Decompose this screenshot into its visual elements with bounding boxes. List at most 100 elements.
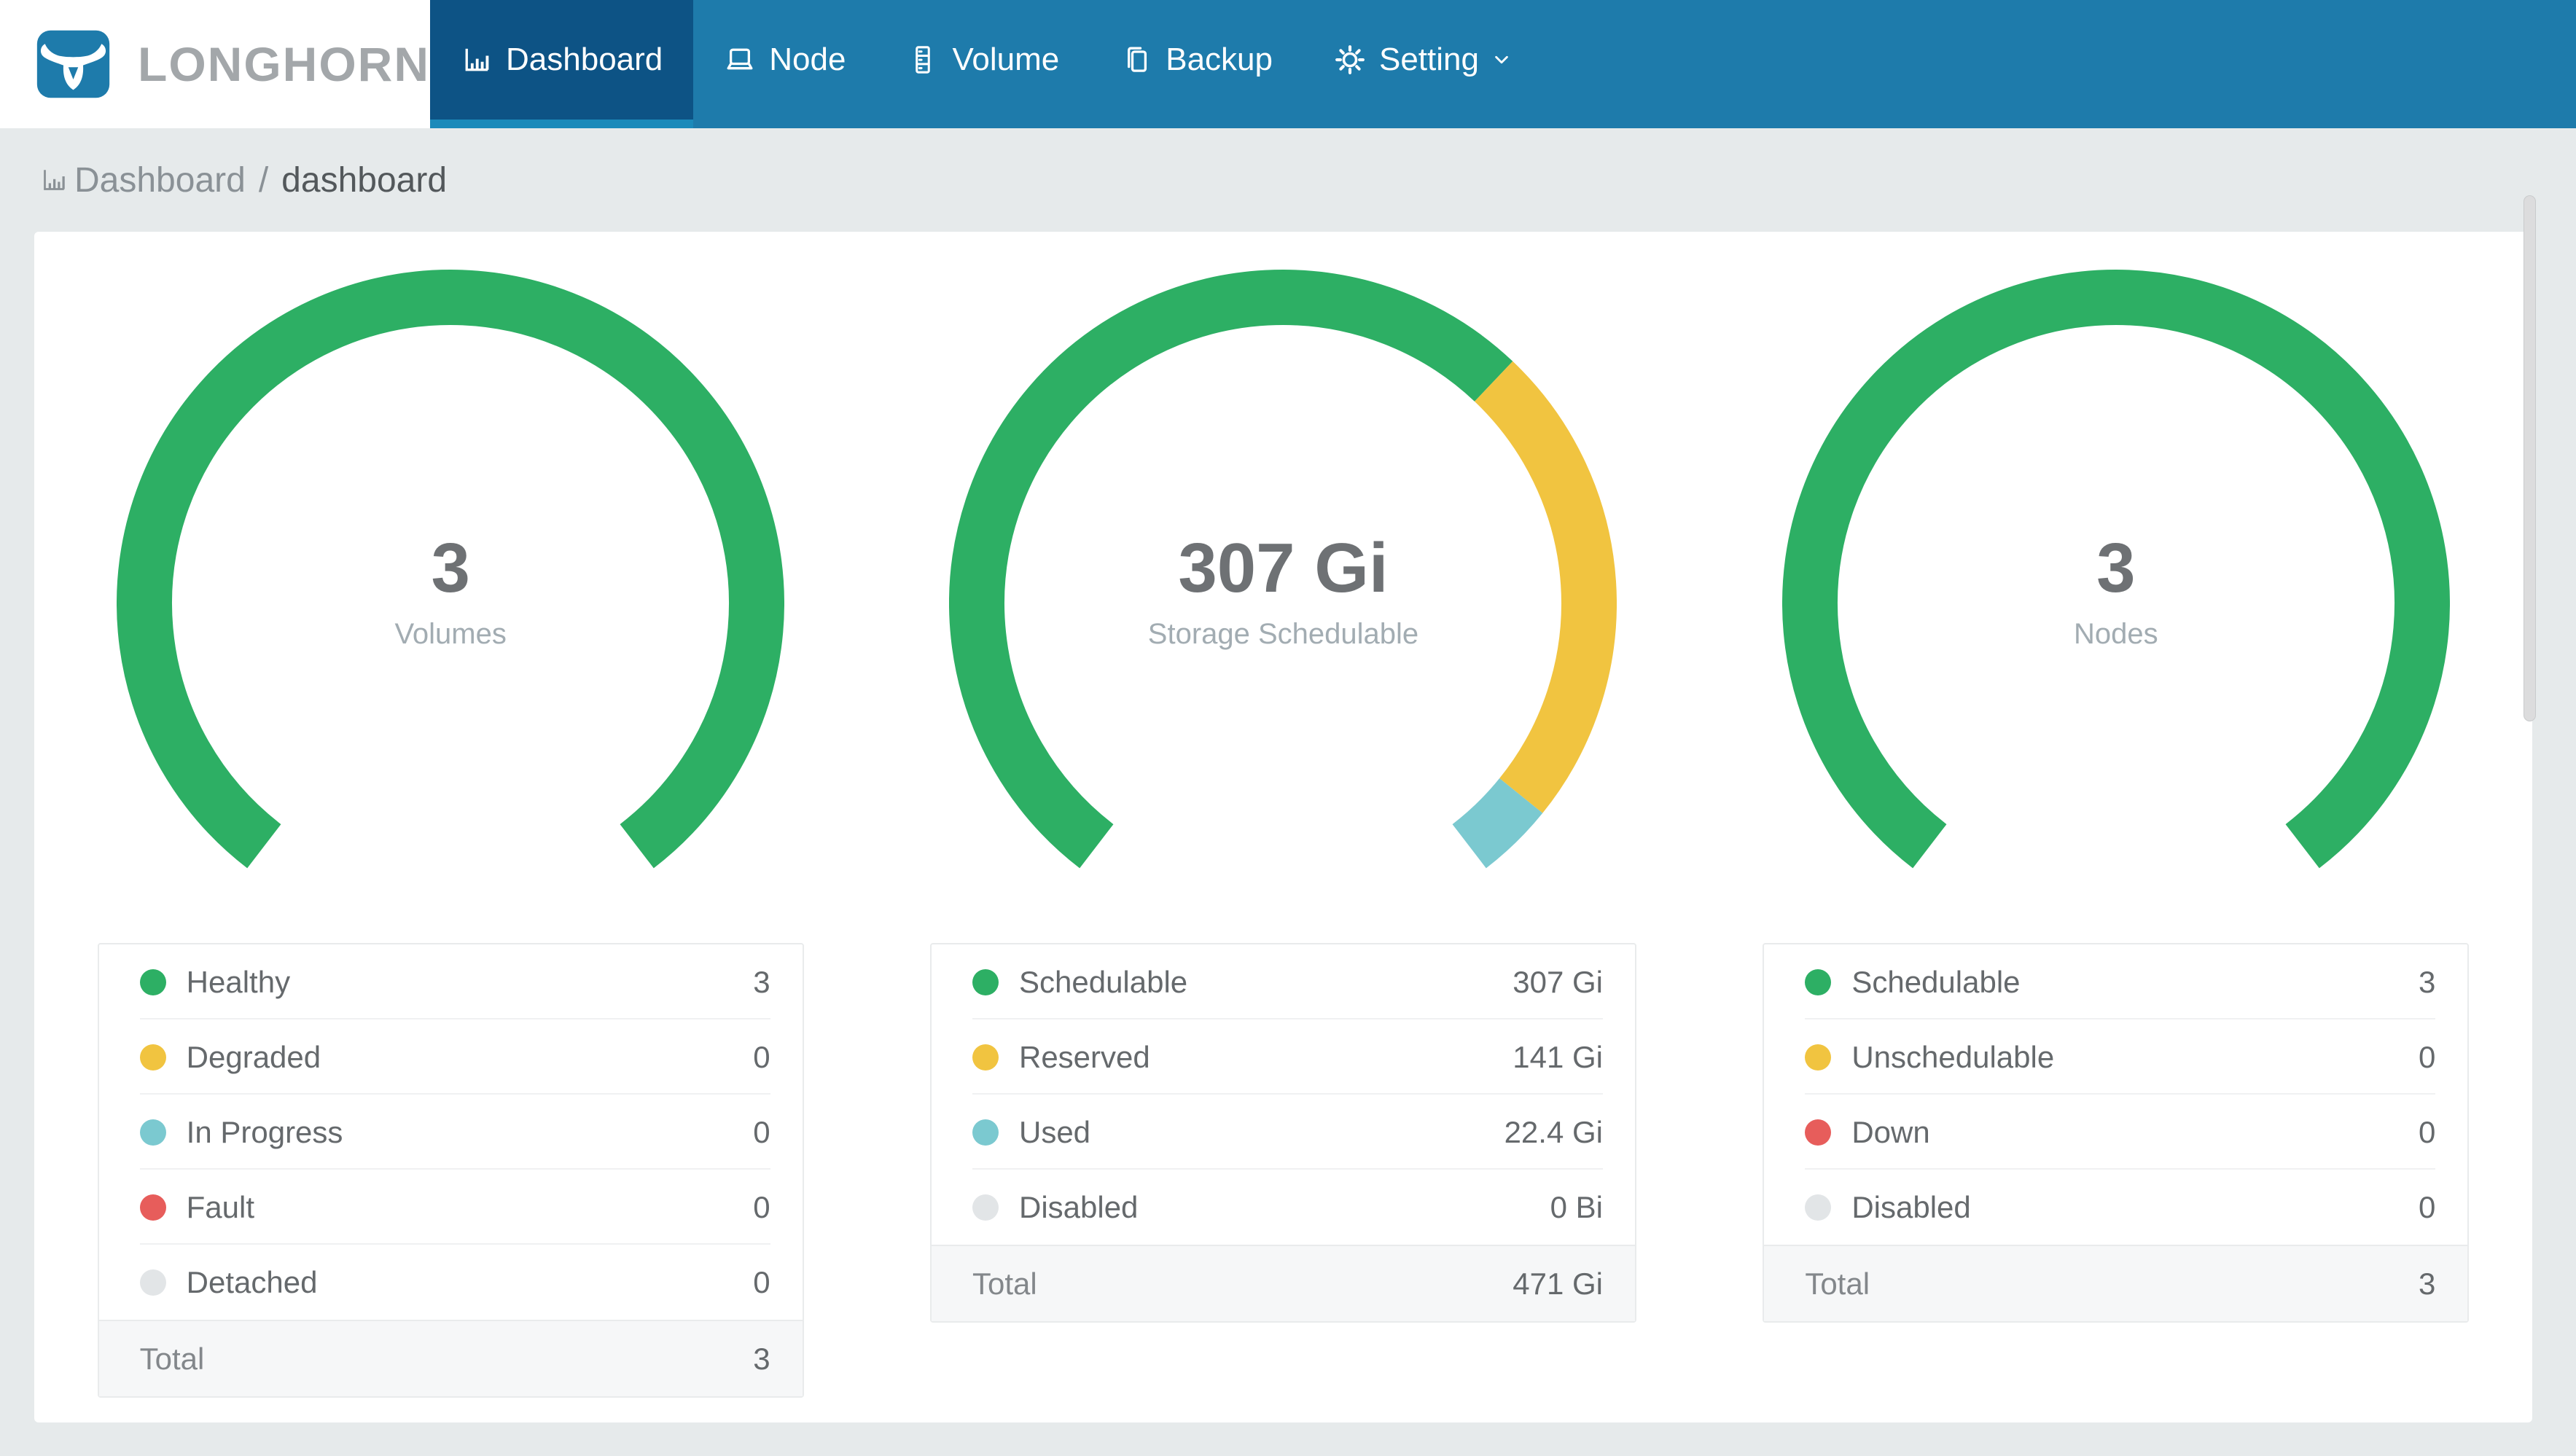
legend-label: Disabled	[1018, 1189, 1139, 1224]
legend-label: Disabled	[1851, 1189, 1971, 1224]
breadcrumb: Dashboard / dashboard	[0, 128, 447, 232]
total-label: Total	[1805, 1266, 1870, 1301]
storage-gauge-chart: 307 Gi Storage Schedulable	[949, 268, 1617, 939]
legend-total-row: Total 3	[1764, 1245, 2468, 1321]
legend-dot	[1805, 1194, 1832, 1221]
legend-label: Degraded	[186, 1039, 321, 1074]
legend-row-unschedulable: Unschedulable 0	[1764, 1019, 2467, 1095]
node-icon	[727, 48, 753, 70]
volumes-gauge-chart: 3 Volumes	[117, 268, 785, 939]
legend-label: Healthy	[186, 964, 291, 999]
legend-dot	[972, 1194, 999, 1221]
total-label: Total	[139, 1341, 205, 1376]
top-nav-bar: LONGHORN Dashboard Node Volume Backup Se…	[0, 0, 2576, 128]
nav-item-backup[interactable]: Backup	[1090, 0, 1303, 128]
legend-value: 0 Bi	[1550, 1189, 1603, 1224]
legend-dot	[139, 1044, 166, 1071]
legend-row-detached: Detached 0	[99, 1245, 803, 1320]
legend-dot	[139, 1269, 166, 1296]
nodes-gauge-chart: 3 Nodes	[1781, 268, 2450, 939]
nav-item-label: Dashboard	[506, 42, 663, 77]
backup-icon	[1128, 47, 1147, 72]
nav-item-label: Setting	[1378, 42, 1479, 77]
volume-icon	[916, 46, 931, 74]
legend-label: Fault	[186, 1189, 255, 1224]
legend-total-row: Total 3	[98, 1320, 803, 1396]
nav-item-label: Backup	[1166, 42, 1273, 77]
brand[interactable]: LONGHORN	[0, 0, 430, 128]
breadcrumb-section[interactable]: Dashboard	[74, 160, 246, 200]
total-value: 471 Gi	[1513, 1266, 1603, 1301]
nodes-gauge-label: Nodes	[2074, 618, 2158, 650]
legend-dot	[1805, 1044, 1832, 1071]
legend-row-disabled: Disabled 0 Bi	[932, 1170, 1635, 1245]
longhorn-logo-icon	[36, 30, 110, 98]
legend-label: In Progress	[186, 1114, 343, 1149]
nav-item-label: Volume	[952, 42, 1060, 77]
legend-row-used: Used 22.4 Gi	[932, 1095, 1635, 1170]
legend-dot	[972, 968, 999, 995]
legend-row-schedulable: Schedulable 3	[1764, 944, 2467, 1019]
legend-value: 0	[753, 1039, 770, 1074]
storage-schedulable-value: 307 Gi	[1178, 529, 1389, 607]
legend-value: 22.4 Gi	[1504, 1114, 1603, 1149]
legend-row-fault: Fault 0	[99, 1170, 803, 1245]
legend-value: 0	[753, 1114, 770, 1149]
legend-label: Reserved	[1018, 1039, 1150, 1074]
storage-gauge-label: Storage Schedulable	[1147, 618, 1419, 650]
legend-dot	[139, 1119, 166, 1146]
volumes-count: 3	[431, 529, 470, 607]
nodes-count: 3	[2096, 529, 2136, 607]
legend-value: 0	[2418, 1114, 2436, 1149]
nodes-panel: 3 Nodes Schedulable 3 Unschedulable 0 Do…	[1763, 268, 2470, 1422]
legend-row-healthy: Healthy 3	[99, 944, 803, 1019]
brand-name: LONGHORN	[138, 37, 430, 91]
legend-value: 307 Gi	[1513, 964, 1603, 999]
volumes-gauge-label: Volumes	[394, 618, 507, 650]
legend-value: 3	[2418, 964, 2436, 999]
legend-label: Down	[1851, 1114, 1930, 1149]
legend-value: 3	[753, 964, 770, 999]
legend-dot	[1805, 1119, 1832, 1146]
storage-legend-table: Schedulable 307 Gi Reserved 141 Gi Used …	[929, 943, 1636, 1323]
legend-dot	[1805, 968, 1832, 995]
total-value: 3	[753, 1341, 770, 1376]
dashboard-card: 3 Volumes Healthy 3 Degraded 0 In Progre…	[34, 232, 2532, 1422]
legend-dot	[972, 1119, 999, 1146]
legend-row-schedulable: Schedulable 307 Gi	[932, 944, 1635, 1019]
nav-item-label: Node	[769, 42, 846, 77]
nav-item-volume[interactable]: Volume	[876, 0, 1090, 128]
breadcrumb-page: dashboard	[281, 160, 448, 200]
legend-row-degraded: Degraded 0	[99, 1019, 803, 1095]
bar-chart-icon	[44, 170, 65, 190]
nav-item-dashboard[interactable]: Dashboard	[430, 0, 694, 128]
legend-row-disabled: Disabled 0	[1764, 1170, 2467, 1245]
scrollbar-thumb[interactable]	[2524, 195, 2536, 721]
main-nav: Dashboard Node Volume Backup Setting	[430, 0, 1545, 128]
breadcrumb-separator: /	[258, 160, 269, 200]
legend-row-reserved: Reserved 141 Gi	[932, 1019, 1635, 1095]
gear-icon	[1335, 45, 1365, 74]
legend-value: 0	[2418, 1039, 2436, 1074]
legend-row-down: Down 0	[1764, 1095, 2467, 1170]
legend-value: 0	[753, 1189, 770, 1224]
legend-value: 0	[2418, 1189, 2436, 1224]
legend-label: Schedulable	[1851, 964, 2021, 999]
legend-dot	[972, 1044, 999, 1071]
legend-value: 0	[753, 1264, 770, 1299]
legend-label: Detached	[186, 1264, 318, 1299]
legend-label: Schedulable	[1018, 964, 1188, 999]
volumes-panel: 3 Volumes Healthy 3 Degraded 0 In Progre…	[97, 268, 804, 1422]
volumes-legend-table: Healthy 3 Degraded 0 In Progress 0 Fault…	[97, 943, 804, 1398]
chevron-down-icon	[1495, 55, 1508, 64]
nav-item-node[interactable]: Node	[693, 0, 876, 128]
nodes-legend-table: Schedulable 3 Unschedulable 0 Down 0 Dis…	[1763, 943, 2470, 1323]
total-value: 3	[2418, 1266, 2436, 1301]
legend-dot	[139, 968, 166, 995]
longhorn-dashboard-page: LONGHORN Dashboard Node Volume Backup Se…	[0, 0, 2576, 1456]
total-label: Total	[972, 1266, 1037, 1301]
legend-label: Used	[1018, 1114, 1091, 1149]
nav-item-setting[interactable]: Setting	[1303, 0, 1545, 128]
legend-value: 141 Gi	[1513, 1039, 1603, 1074]
legend-dot	[139, 1194, 166, 1221]
